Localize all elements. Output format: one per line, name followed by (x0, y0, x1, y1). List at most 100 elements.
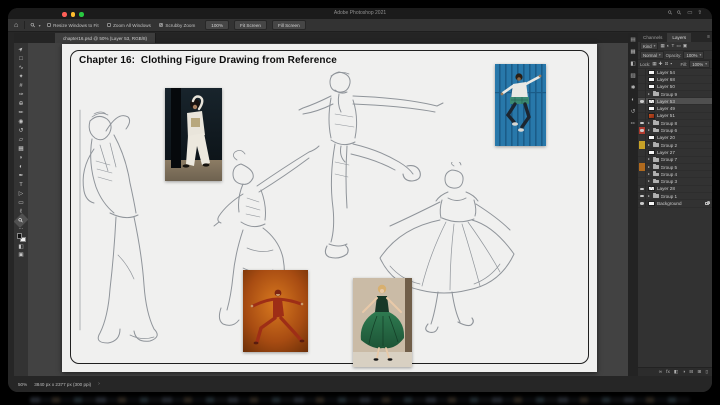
gradients-panel-icon[interactable]: ◧ (630, 61, 635, 67)
document-tab[interactable]: chapter16.psd @ 50% (Layer 53, RGB/8) (55, 33, 157, 43)
layer-row[interactable]: Layer 53 (638, 97, 712, 106)
fill-select[interactable]: 100% ▾ (689, 60, 710, 68)
layer-row[interactable]: ▸ Group 9 (638, 90, 712, 99)
visibility-toggle[interactable] (639, 97, 646, 105)
gradient-tool[interactable]: ▦ (15, 144, 27, 153)
screen-mode-icon[interactable]: ▣ (18, 252, 23, 258)
path-selection-tool[interactable]: ▷ (15, 189, 27, 198)
filter-type-icon[interactable]: T (672, 43, 675, 49)
expand-caret-icon[interactable]: ▸ (648, 179, 651, 183)
visibility-toggle[interactable] (639, 177, 646, 186)
layer-mask-icon[interactable]: ◧ (674, 370, 679, 375)
kind-filter-select[interactable]: Kind ▾ (640, 42, 659, 50)
layer-row[interactable]: ▸ Group 3 (638, 177, 712, 186)
checkbox-icon[interactable] (106, 22, 112, 28)
filter-smart-icon[interactable]: ▣ (683, 43, 687, 49)
layer-row[interactable]: Layer 54 (638, 69, 712, 77)
visibility-toggle[interactable] (639, 119, 646, 127)
layer-row[interactable]: ▸ Group 1 (638, 192, 712, 201)
zoom-tool-icon[interactable]: ⚲ (29, 21, 37, 29)
lock-pixels-icon[interactable]: ✚ (659, 61, 663, 67)
layer-effects-icon[interactable]: fx (666, 370, 670, 375)
layer-row[interactable]: ▸ Group 4 (638, 170, 712, 179)
visibility-toggle[interactable] (639, 148, 646, 157)
history-brush-tool[interactable]: ↺ (15, 126, 27, 135)
visibility-toggle[interactable] (639, 141, 646, 149)
layer-row[interactable]: Layer 27 (638, 148, 712, 157)
quick-mask-icon[interactable]: ◧ (18, 244, 23, 250)
panel-tab-layers[interactable]: Layers (667, 33, 692, 42)
expand-caret-icon[interactable]: ▸ (648, 143, 651, 147)
visibility-toggle[interactable] (639, 104, 646, 113)
visibility-toggle[interactable] (639, 90, 646, 98)
layer-row[interactable]: Layer 49 (638, 104, 712, 113)
delete-layer-icon[interactable]: ▯ (705, 370, 708, 375)
color-swatches[interactable] (16, 233, 26, 242)
pen-tool[interactable]: ✒ (15, 171, 27, 180)
lasso-tool[interactable]: ∿ (15, 63, 27, 72)
visibility-toggle[interactable] (639, 199, 646, 208)
panel-menu-icon[interactable]: ≡ (707, 34, 710, 40)
blend-mode-select[interactable]: Normal ▾ (640, 51, 664, 59)
chevron-down-icon[interactable]: ▾ (39, 23, 41, 28)
zoom-level[interactable]: 50% (18, 382, 27, 387)
brush-tool[interactable]: ✏ (15, 108, 27, 117)
chevron-more-icon[interactable]: › (98, 381, 100, 387)
option-zoom-all-windows[interactable]: Zoom All Windows (106, 22, 151, 28)
patterns-panel-icon[interactable]: ▨ (630, 73, 635, 79)
layer-row[interactable]: Layer 28 (638, 185, 712, 194)
visibility-toggle[interactable] (639, 75, 646, 84)
visibility-toggle[interactable] (639, 112, 646, 120)
checkbox-icon[interactable] (46, 22, 52, 28)
brushes-panel-icon[interactable]: ✏ (631, 121, 636, 127)
layer-row[interactable]: ▸ Group 5 (638, 163, 712, 172)
adjustments-panel-icon[interactable]: ◐ (631, 97, 634, 103)
visibility-toggle[interactable] (639, 126, 646, 135)
visibility-toggle[interactable] (639, 192, 646, 200)
expand-caret-icon[interactable]: ▸ (648, 165, 651, 169)
option-scrubby-zoom[interactable]: ✓ Scrubby Zoom (158, 22, 195, 28)
layer-row[interactable]: Layer 20 (638, 134, 712, 142)
blur-tool[interactable]: ◗ (15, 153, 27, 162)
filter-pixel-icon[interactable]: ▦ (660, 43, 664, 49)
opacity-select[interactable]: 100% ▾ (683, 51, 705, 59)
filter-adjustment-icon[interactable]: ◐ (667, 43, 670, 49)
shape-tool[interactable]: ▭ (15, 198, 27, 207)
layer-row[interactable]: Layer 68 (638, 75, 712, 84)
visibility-toggle[interactable] (639, 69, 646, 76)
layer-row[interactable]: ▸ Group 8 (638, 119, 712, 128)
quick-selection-tool[interactable]: ✦ (15, 72, 27, 81)
visibility-toggle[interactable] (639, 83, 646, 91)
new-layer-icon[interactable]: ⊞ (697, 370, 701, 375)
artboard[interactable]: Chapter 16: Clothing Figure Drawing from… (62, 44, 597, 372)
swatches-panel-icon[interactable]: ▦ (630, 49, 635, 55)
layer-row[interactable]: ▸ Group 6 (638, 126, 712, 135)
canvas-area[interactable]: Chapter 16: Clothing Figure Drawing from… (28, 43, 628, 376)
panel-tab-channels[interactable]: Channels (638, 33, 667, 42)
properties-panel-icon[interactable]: ✱ (631, 85, 636, 91)
healing-brush-tool[interactable]: ⊕ (15, 99, 27, 108)
workspace-icon[interactable]: ▭ (687, 10, 692, 17)
layer-row[interactable]: Layer 50 (638, 83, 712, 91)
visibility-toggle[interactable] (639, 185, 646, 193)
expand-caret-icon[interactable]: ▸ (648, 121, 651, 125)
checkbox-icon[interactable]: ✓ (158, 22, 164, 28)
history-panel-icon[interactable]: ↺ (631, 109, 636, 115)
expand-caret-icon[interactable]: ▸ (648, 128, 651, 132)
visibility-toggle[interactable] (639, 170, 646, 178)
option-resize-windows-to-fit[interactable]: Resize Windows to Fit (46, 22, 99, 28)
expand-caret-icon[interactable]: ▸ (648, 92, 651, 96)
layer-row[interactable]: Background (638, 199, 712, 208)
filter-shape-icon[interactable]: ▭ (676, 43, 680, 49)
clone-stamp-tool[interactable]: ◉ (15, 117, 27, 126)
expand-caret-icon[interactable]: ▸ (648, 194, 651, 198)
search-icon[interactable]: ⚲ (667, 10, 675, 18)
visibility-toggle[interactable] (639, 163, 646, 171)
share-icon[interactable]: ⇧ (697, 10, 702, 17)
layer-row[interactable]: Layer 51 (638, 112, 712, 121)
dodge-tool[interactable]: ◐ (15, 162, 27, 171)
lock-position-icon[interactable]: ⊡ (664, 61, 668, 67)
lock-all-icon[interactable]: ▪ (670, 61, 672, 67)
crop-tool[interactable]: # (15, 81, 27, 90)
expand-caret-icon[interactable]: ▸ (648, 157, 651, 161)
